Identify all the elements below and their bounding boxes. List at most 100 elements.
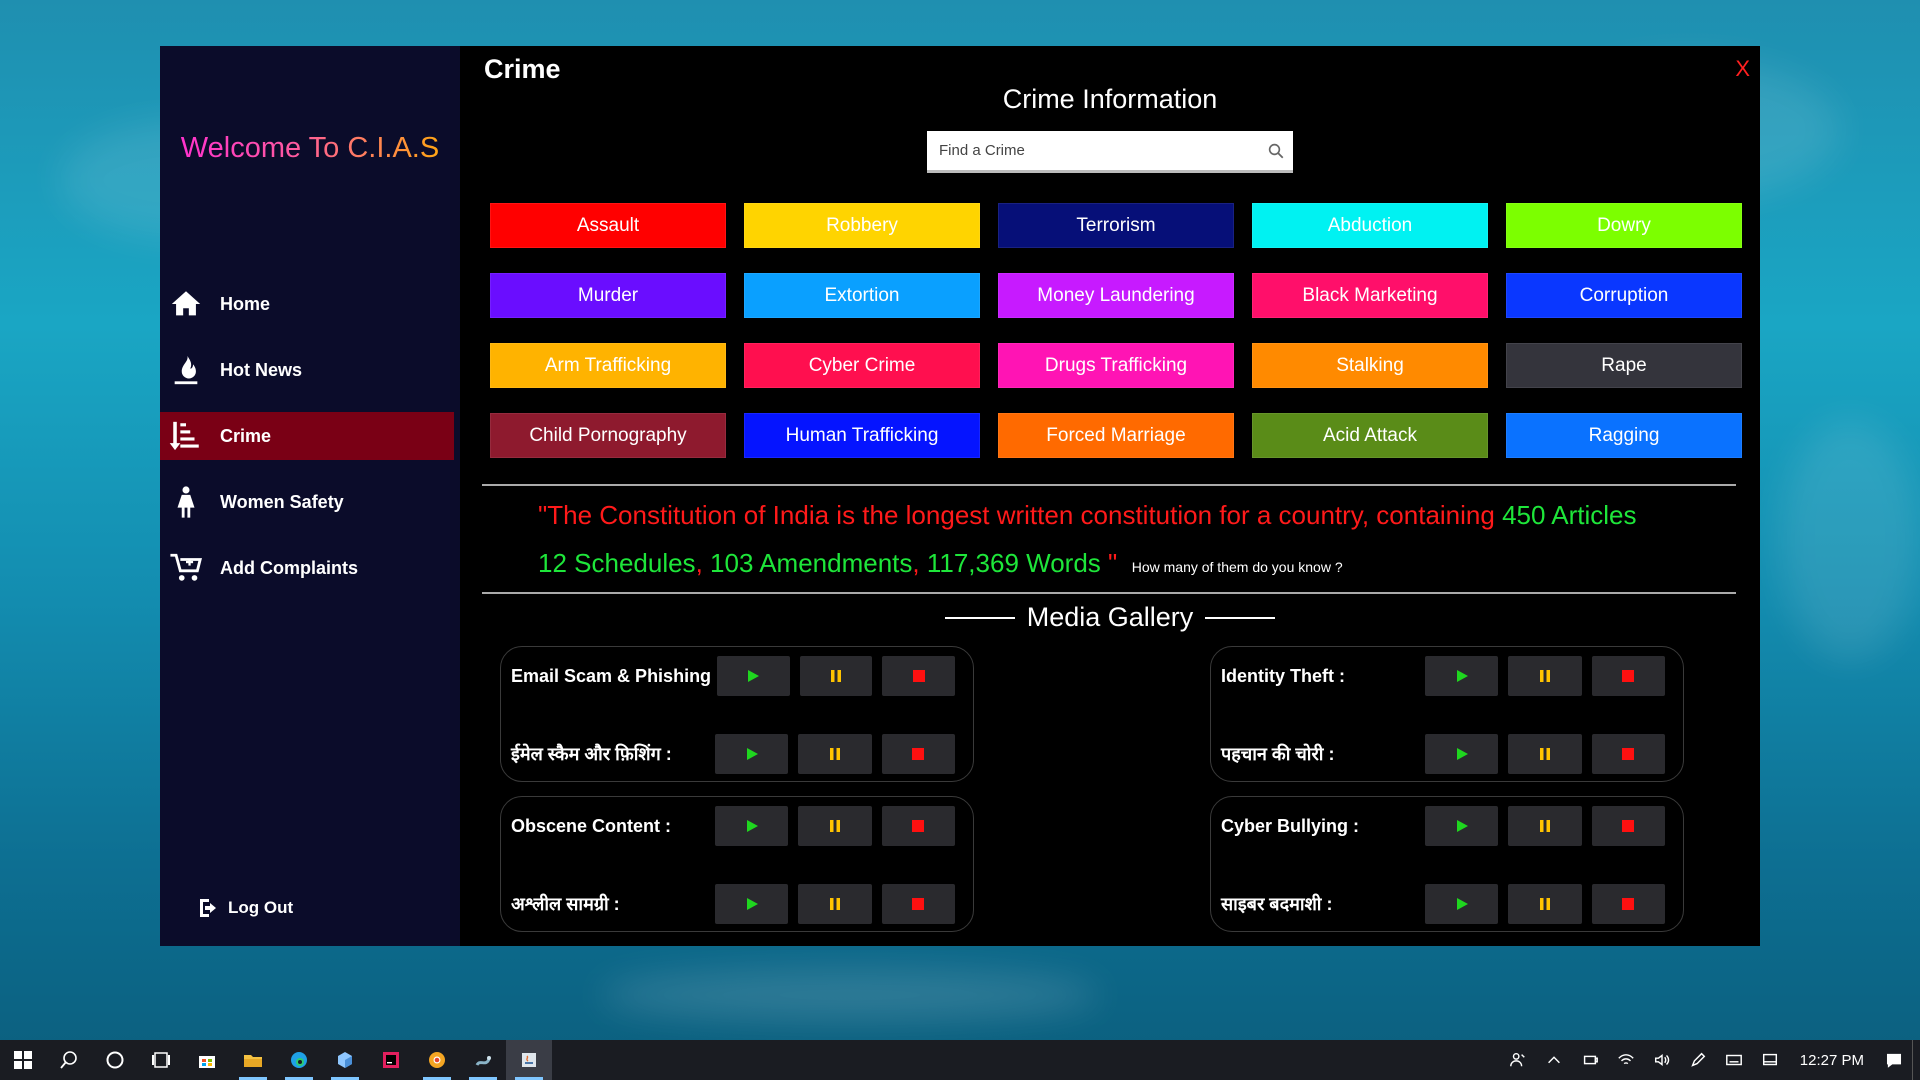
crime-button-drugs-trafficking[interactable]: Drugs Trafficking — [998, 343, 1234, 388]
stop-icon — [911, 668, 927, 684]
edge-icon[interactable] — [276, 1040, 322, 1080]
crime-button-black-marketing[interactable]: Black Marketing — [1252, 273, 1488, 318]
pause-button[interactable] — [1508, 656, 1582, 696]
media-label: पहचान की चोरी : — [1221, 744, 1335, 764]
search-input[interactable] — [927, 131, 1259, 170]
pause-button[interactable] — [1508, 884, 1582, 924]
quote-close: " — [1108, 548, 1118, 578]
play-button[interactable] — [1425, 734, 1499, 774]
close-button[interactable]: X — [1735, 56, 1750, 82]
media-card: Email Scam & Phishing : ईमेल स्कैम और फ़ि… — [500, 646, 974, 782]
java-app-icon[interactable] — [506, 1040, 552, 1080]
stop-button[interactable] — [1591, 734, 1666, 774]
wifi-icon[interactable] — [1608, 1040, 1644, 1080]
play-button[interactable] — [717, 656, 790, 696]
pause-icon — [1537, 746, 1553, 762]
play-button[interactable] — [1425, 656, 1499, 696]
cart-add-icon — [166, 548, 206, 588]
home-icon — [166, 284, 206, 324]
stop-button[interactable] — [1591, 806, 1666, 846]
box-icon[interactable] — [322, 1040, 368, 1080]
stop-button[interactable] — [881, 734, 956, 774]
stop-button[interactable] — [882, 656, 956, 696]
media-row: Email Scam & Phishing : — [511, 656, 965, 696]
crime-button-extortion[interactable]: Extortion — [744, 273, 980, 318]
crime-button-assault[interactable]: Assault — [490, 203, 726, 248]
sidebar-item-crime[interactable]: Crime — [160, 412, 454, 460]
crime-button-stalking[interactable]: Stalking — [1252, 343, 1488, 388]
battery-icon[interactable] — [1572, 1040, 1608, 1080]
search-icon[interactable] — [46, 1040, 92, 1080]
store-icon[interactable] — [184, 1040, 230, 1080]
crime-button-forced-marriage[interactable]: Forced Marriage — [998, 413, 1234, 458]
media-gallery-heading: Media Gallery — [460, 602, 1760, 633]
quote-words: 117,369 Words — [926, 548, 1101, 578]
pause-button[interactable] — [798, 884, 872, 924]
stop-button[interactable] — [1591, 884, 1666, 924]
logout-button[interactable]: Log Out — [196, 896, 293, 920]
search-icon[interactable] — [1259, 134, 1293, 168]
crime-button-terrorism[interactable]: Terrorism — [998, 203, 1234, 248]
crime-button-robbery[interactable]: Robbery — [744, 203, 980, 248]
pause-button[interactable] — [799, 656, 873, 696]
play-button[interactable] — [715, 884, 789, 924]
woman-icon — [166, 482, 206, 522]
crime-button-murder[interactable]: Murder — [490, 273, 726, 318]
media-label: Email Scam & Phishing : — [511, 665, 723, 686]
keyboard-icon[interactable] — [1716, 1040, 1752, 1080]
media-row: अश्लील सामग्री : — [511, 884, 965, 924]
sidebar-item-women-safety[interactable]: Women Safety — [160, 478, 454, 526]
sidebar-item-add-complaints[interactable]: Add Complaints — [160, 544, 454, 592]
volume-icon[interactable] — [1644, 1040, 1680, 1080]
crime-button-acid-attack[interactable]: Acid Attack — [1252, 413, 1488, 458]
stop-button[interactable] — [881, 884, 956, 924]
crime-button-dowry[interactable]: Dowry — [1506, 203, 1742, 248]
taskbar-clock[interactable]: 12:27 PM — [1788, 1052, 1876, 1069]
crime-button-rape[interactable]: Rape — [1506, 343, 1742, 388]
chevron-up-icon[interactable] — [1536, 1040, 1572, 1080]
play-button[interactable] — [1425, 884, 1499, 924]
sidebar: Welcome To C.I.A.S Home Hot News Crime W… — [160, 46, 460, 946]
notification-icon[interactable] — [1876, 1040, 1912, 1080]
app-window: Welcome To C.I.A.S Home Hot News Crime W… — [160, 46, 1760, 946]
jetbrains-icon[interactable] — [368, 1040, 414, 1080]
media-row: Obscene Content : — [511, 806, 965, 846]
stop-button[interactable] — [1591, 656, 1666, 696]
crime-button-money-laundering[interactable]: Money Laundering — [998, 273, 1234, 318]
pause-button[interactable] — [798, 734, 872, 774]
sidebar-item-label: Crime — [220, 425, 272, 446]
show-desktop-button[interactable] — [1912, 1040, 1920, 1080]
page-title: Crime — [484, 54, 561, 84]
crime-button-arm-trafficking[interactable]: Arm Trafficking — [490, 343, 726, 388]
windows-start-icon[interactable] — [0, 1040, 46, 1080]
sidebar-item-home[interactable]: Home — [160, 280, 454, 328]
crime-button-human-trafficking[interactable]: Human Trafficking — [744, 413, 980, 458]
media-card: Identity Theft : पहचान की चोरी : — [1210, 646, 1684, 782]
task-view-icon[interactable] — [138, 1040, 184, 1080]
people-icon[interactable] — [1500, 1040, 1536, 1080]
crime-button-abduction[interactable]: Abduction — [1252, 203, 1488, 248]
media-row: Cyber Bullying : — [1221, 806, 1675, 846]
chrome-icon[interactable] — [414, 1040, 460, 1080]
pen-icon[interactable] — [1680, 1040, 1716, 1080]
sidebar-item-label: Women Safety — [220, 491, 344, 512]
snake-icon[interactable] — [460, 1040, 506, 1080]
pause-button[interactable] — [1508, 806, 1582, 846]
crime-button-child-pornography[interactable]: Child Pornography — [490, 413, 726, 458]
media-label: साइबर बदमाशी : — [1221, 894, 1333, 914]
play-button[interactable] — [715, 806, 789, 846]
play-icon — [1454, 896, 1470, 912]
crime-button-corruption[interactable]: Corruption — [1506, 273, 1742, 318]
play-button[interactable] — [715, 734, 789, 774]
crime-button-ragging[interactable]: Ragging — [1506, 413, 1742, 458]
sidebar-item-hot-news[interactable]: Hot News — [160, 346, 454, 394]
stop-icon — [910, 896, 926, 912]
file-explorer-icon[interactable] — [230, 1040, 276, 1080]
pause-button[interactable] — [798, 806, 872, 846]
cortana-icon[interactable] — [92, 1040, 138, 1080]
play-button[interactable] — [1425, 806, 1499, 846]
stop-button[interactable] — [881, 806, 956, 846]
display-icon[interactable] — [1752, 1040, 1788, 1080]
crime-button-cyber-crime[interactable]: Cyber Crime — [744, 343, 980, 388]
pause-button[interactable] — [1508, 734, 1582, 774]
